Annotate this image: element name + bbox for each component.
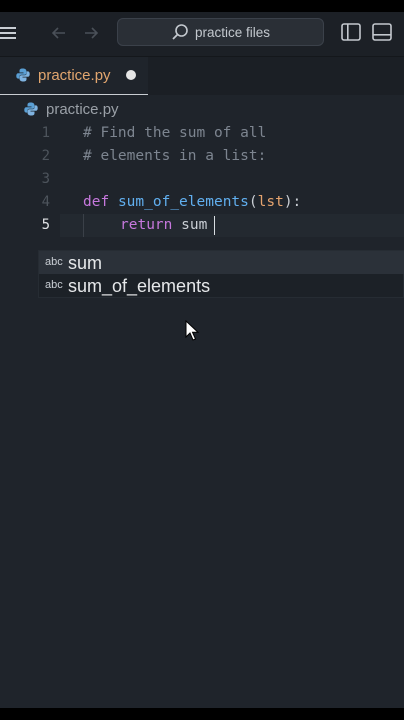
text-kind-icon: abc: [45, 256, 63, 268]
text-cursor: [214, 216, 215, 235]
line-number: 3: [41, 171, 50, 187]
line-number: 2: [41, 148, 50, 164]
return-value: sum: [181, 217, 208, 233]
breadcrumb: practice.py: [0, 98, 404, 122]
hamburger-icon[interactable]: [0, 25, 18, 41]
code-comment: # elements in a list:: [83, 148, 267, 164]
top-letterbox: [0, 0, 404, 12]
autocomplete-popup[interactable]: abc sum abc sum_of_elements: [38, 250, 404, 298]
command-center-search[interactable]: practice files: [117, 18, 324, 46]
tab-bar: practice.py: [0, 57, 404, 95]
code-line: 4 def sum_of_elements(lst):: [0, 191, 404, 214]
suggestion-item[interactable]: abc sum_of_elements: [39, 274, 404, 297]
code-comment: # Find the sum of all: [83, 125, 267, 141]
suggestion-item[interactable]: abc sum: [39, 251, 404, 274]
python-file-icon: [16, 68, 30, 82]
suggestion-label: sum_of_elements: [68, 276, 211, 296]
arrow-right-icon[interactable]: [82, 24, 100, 42]
panel-toggle-icon[interactable]: [372, 23, 392, 41]
code-line: 1 # Find the sum of all: [0, 122, 404, 145]
sidebar-toggle-icon[interactable]: [341, 23, 361, 41]
search-icon: [172, 24, 188, 40]
line-number: 1: [41, 125, 50, 141]
suggestion-label: sum: [68, 253, 103, 273]
parameter-name: lst: [257, 194, 284, 210]
tab-label: practice.py: [38, 67, 111, 84]
code-def-statement: def sum_of_elements(lst):: [83, 193, 301, 211]
keyword-return: return: [120, 217, 173, 233]
unsaved-dot-icon: [126, 70, 136, 80]
text-kind-icon: abc: [45, 279, 63, 291]
code-editor[interactable]: 1 # Find the sum of all 2 # elements in …: [0, 122, 404, 708]
line-number: 4: [41, 194, 50, 210]
editor-window: practice files practice.py practice.py 1…: [0, 12, 404, 708]
arrow-left-icon[interactable]: [50, 24, 68, 42]
keyword-def: def: [83, 194, 110, 210]
tab-practice-py[interactable]: practice.py: [0, 57, 148, 95]
bottom-letterbox: [0, 708, 404, 720]
code-line-active: 5 return sum: [0, 214, 404, 237]
close-paren-colon: ):: [283, 194, 302, 210]
line-number: 5: [41, 217, 50, 233]
search-label: practice files: [195, 25, 271, 40]
title-bar: practice files: [0, 12, 404, 57]
breadcrumb-file[interactable]: practice.py: [46, 101, 119, 119]
function-name: sum_of_elements: [117, 194, 249, 210]
python-file-icon: [24, 102, 38, 116]
mouse-pointer-icon: [185, 320, 199, 341]
code-return-statement: return sum: [120, 216, 207, 234]
open-paren: (: [248, 194, 258, 210]
code-line: 3: [0, 168, 404, 191]
code-line: 2 # elements in a list:: [0, 145, 404, 168]
